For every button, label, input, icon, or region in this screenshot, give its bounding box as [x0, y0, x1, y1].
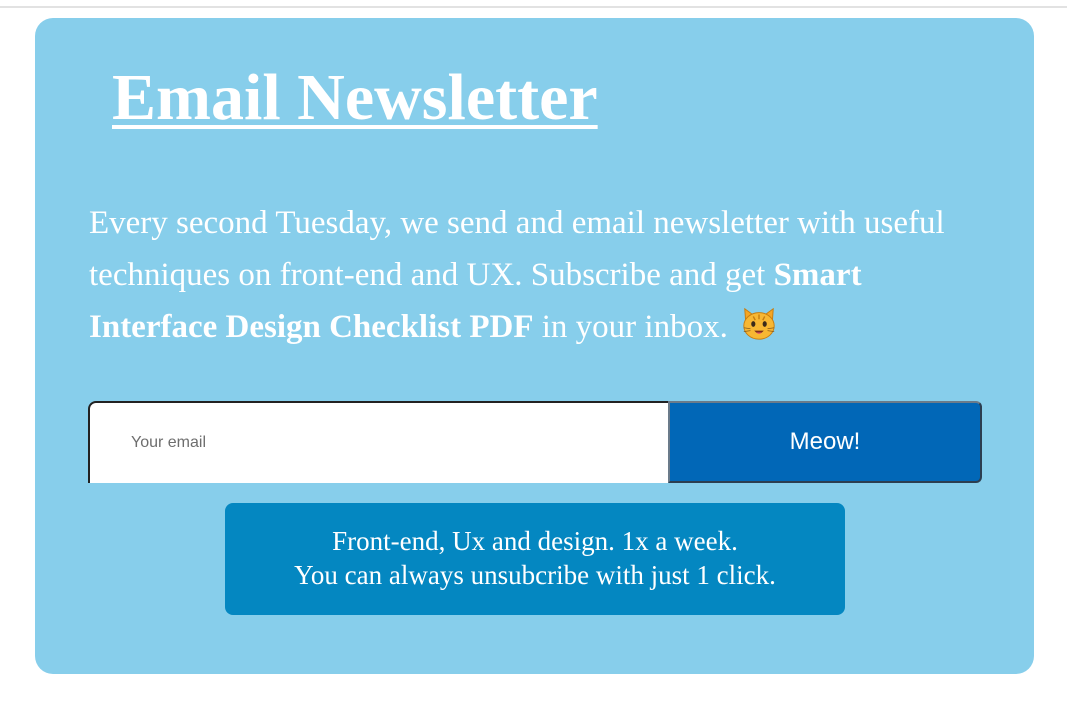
- description-text-end: in your inbox.: [533, 309, 728, 345]
- newsletter-title: Email Newsletter: [112, 61, 598, 134]
- newsletter-card: Email Newsletter Every second Tuesday, w…: [35, 18, 1034, 674]
- email-input[interactable]: [88, 401, 668, 483]
- note-line-2: You can always unsubcribe with just 1 cl…: [294, 560, 776, 590]
- browser-top-edge: [0, 0, 1067, 8]
- newsletter-description: Every second Tuesday, we send and email …: [89, 197, 949, 353]
- subscribe-form: Meow!: [88, 401, 982, 483]
- cat-face-icon: [743, 307, 775, 340]
- subscribe-button[interactable]: Meow!: [668, 401, 982, 483]
- note-line-1: Front-end, Ux and design. 1x a week.: [332, 526, 738, 556]
- frequency-note: Front-end, Ux and design. 1x a week. You…: [225, 503, 845, 615]
